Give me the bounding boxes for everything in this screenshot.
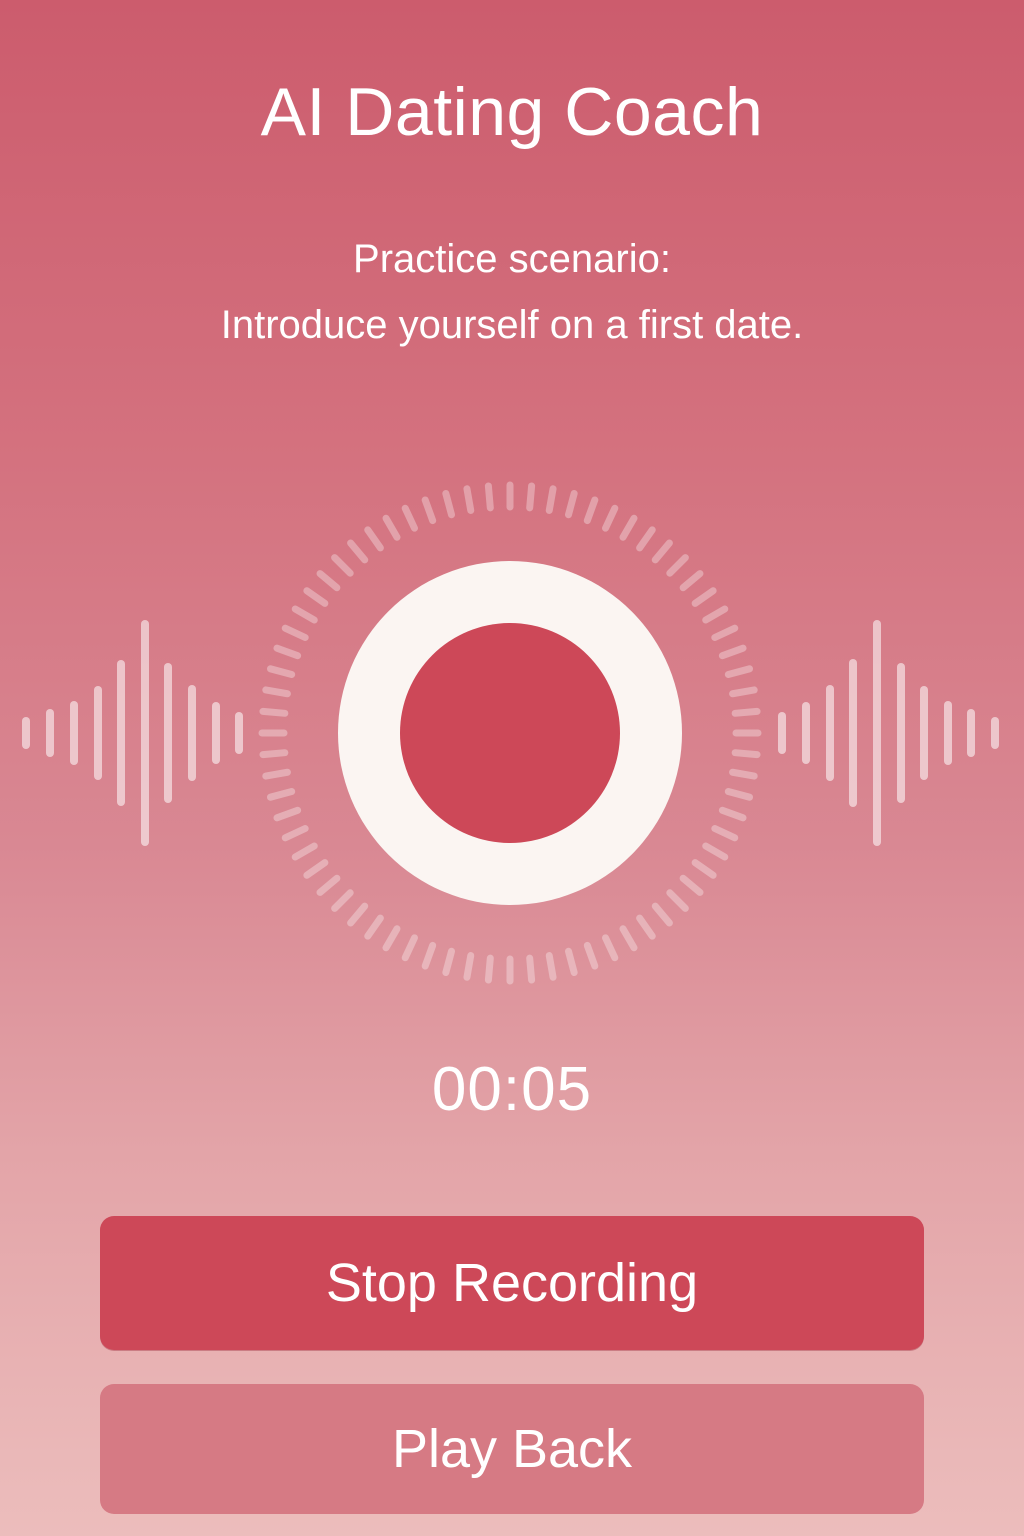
level-tick: [463, 485, 475, 514]
level-tick: [636, 914, 656, 940]
recording-timer: 00:05: [431, 1055, 593, 1124]
level-tick: [463, 952, 475, 981]
level-tick: [636, 526, 656, 552]
level-tick: [382, 514, 401, 541]
level-tick: [602, 504, 619, 532]
level-tick: [545, 952, 557, 981]
level-tick: [331, 889, 354, 912]
level-tick: [316, 570, 341, 592]
level-tick: [266, 787, 296, 801]
app-title: AI Dating Coach: [260, 74, 764, 150]
level-tick: [273, 806, 302, 822]
level-tick: [331, 554, 354, 577]
level-tick: [545, 485, 557, 514]
level-tick: [679, 570, 704, 592]
level-tick: [724, 665, 754, 679]
level-tick: [731, 707, 761, 717]
level-tick: [281, 624, 309, 641]
level-tick: [526, 482, 536, 512]
level-tick: [731, 749, 761, 759]
level-tick: [602, 934, 619, 962]
level-tick: [651, 539, 673, 564]
level-tick: [583, 941, 599, 970]
level-tick: [442, 947, 456, 977]
level-tick: [666, 554, 689, 577]
scenario-text: Introduce yourself on a first date.: [220, 303, 804, 347]
recorder-visual: [0, 470, 1024, 990]
left-waveform: [22, 620, 243, 846]
level-tick: [291, 605, 318, 624]
level-tick: [729, 686, 758, 698]
level-tick: [702, 605, 729, 624]
level-tick: [347, 539, 369, 564]
level-tick: [564, 947, 578, 977]
level-tick: [583, 496, 599, 525]
level-tick: [303, 859, 329, 879]
level-tick: [273, 644, 302, 660]
level-tick: [262, 768, 291, 780]
level-tick: [718, 644, 747, 660]
level-tick: [421, 496, 437, 525]
record-button[interactable]: [338, 561, 682, 905]
level-tick: [364, 526, 384, 552]
level-tick: [691, 587, 717, 607]
level-tick: [691, 859, 717, 879]
level-tick: [291, 842, 318, 861]
level-tick: [347, 902, 369, 927]
record-icon[interactable]: [400, 623, 620, 843]
level-tick: [724, 787, 754, 801]
play-back-button[interactable]: Play Back: [100, 1384, 924, 1514]
level-tick: [401, 934, 418, 962]
level-tick: [711, 624, 739, 641]
level-tick: [303, 587, 329, 607]
level-tick: [266, 665, 296, 679]
level-tick: [484, 954, 494, 984]
level-tick: [702, 842, 729, 861]
recording-screen: AI Dating Coach Practice scenario: Intro…: [0, 0, 1024, 1536]
level-tick: [526, 954, 536, 984]
level-tick: [262, 686, 291, 698]
level-tick: [316, 874, 341, 896]
level-tick: [729, 768, 758, 780]
level-tick: [442, 489, 456, 519]
level-tick: [259, 707, 289, 717]
level-tick: [718, 806, 747, 822]
level-tick: [666, 889, 689, 912]
level-tick: [421, 941, 437, 970]
level-tick: [382, 925, 401, 952]
stop-recording-button[interactable]: Stop Recording: [100, 1216, 924, 1350]
level-tick: [651, 902, 673, 927]
level-tick: [619, 925, 638, 952]
level-tick: [564, 489, 578, 519]
right-waveform: [778, 620, 999, 846]
level-tick: [619, 514, 638, 541]
level-tick: [679, 874, 704, 896]
level-tick: [259, 749, 289, 759]
recorder-graphic: [22, 481, 999, 985]
level-tick: [711, 825, 739, 842]
level-tick: [281, 825, 309, 842]
level-tick: [364, 914, 384, 940]
scenario-prompt: Practice scenario: Introduce yourself on…: [0, 226, 1024, 358]
scenario-label: Practice scenario:: [353, 237, 671, 281]
level-tick: [484, 482, 494, 512]
level-tick: [401, 504, 418, 532]
